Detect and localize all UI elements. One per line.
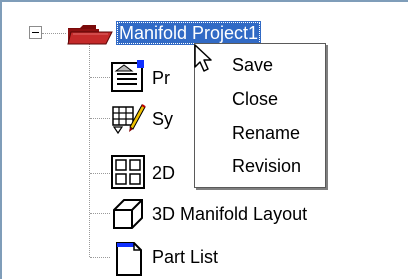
tree-node-label: Pr xyxy=(152,68,170,88)
tree-node-label: 2D xyxy=(152,163,176,183)
menu-item-save[interactable]: Save xyxy=(232,50,273,80)
tree-node-root-label[interactable]: Manifold Project1 xyxy=(116,21,262,45)
collapse-toggle[interactable] xyxy=(29,26,42,39)
tree-node-label: Sy xyxy=(152,109,174,129)
tree-connector xyxy=(90,77,110,78)
tree-connector xyxy=(89,44,90,257)
properties-icon xyxy=(111,60,144,92)
tree-connector xyxy=(90,173,110,174)
tree-connector xyxy=(42,33,66,34)
grid-layout-icon xyxy=(111,155,145,189)
folder-open-icon xyxy=(67,25,113,45)
tree-connector xyxy=(90,257,110,258)
tree-node-label: Part List xyxy=(152,247,219,267)
menu-item-close[interactable]: Close xyxy=(232,84,278,114)
frame-left-border xyxy=(0,0,2,279)
menu-item-revision[interactable]: Revision xyxy=(232,151,301,181)
tree-connector xyxy=(90,213,110,214)
cube-icon xyxy=(113,199,143,229)
symbol-editor-icon xyxy=(112,104,146,135)
document-icon xyxy=(116,242,142,276)
menu-item-rename[interactable]: Rename xyxy=(232,118,300,148)
tree-connector xyxy=(90,118,110,119)
tree-node-label: 3D Manifold Layout xyxy=(152,204,308,224)
mouse-cursor-icon xyxy=(194,44,212,72)
frame-top-border xyxy=(0,0,408,2)
